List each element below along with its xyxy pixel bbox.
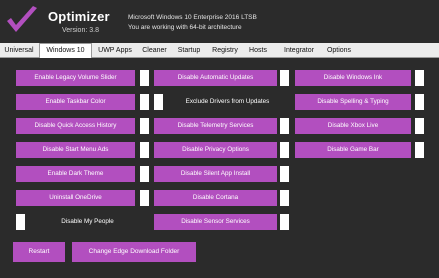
disable-telemetry-services-checkbox[interactable] (280, 118, 289, 134)
disable-spelling-typing-button[interactable]: Disable Spelling & Typing (295, 94, 411, 110)
disable-silent-app-install-button[interactable]: Disable Silent App Install (154, 166, 277, 182)
disable-sensor-services-checkbox[interactable] (280, 214, 289, 230)
uninstall-onedrive-button[interactable]: Uninstall OneDrive (16, 190, 135, 206)
change-edge-download-folder-button[interactable]: Change Edge Download Folder (72, 242, 196, 262)
tab-registry[interactable]: Registry (207, 44, 243, 57)
disable-automatic-updates-checkbox[interactable] (280, 70, 289, 86)
enable-dark-theme-button[interactable]: Enable Dark Theme (16, 166, 135, 182)
tab-startup[interactable]: Startup (172, 44, 206, 57)
checkmark-logo-icon (7, 6, 37, 32)
system-info-os: Microsoft Windows 10 Enterprise 2016 LTS… (128, 14, 257, 21)
windows10-panel: Enable Legacy Volume Slider Enable Taskb… (6, 60, 433, 270)
disable-privacy-options-button[interactable]: Disable Privacy Options (154, 142, 277, 158)
disable-game-bar-checkbox[interactable] (415, 142, 424, 158)
disable-silent-app-install-checkbox[interactable] (280, 166, 289, 182)
disable-start-menu-ads-button[interactable]: Disable Start Menu Ads (16, 142, 135, 158)
disable-telemetry-services-button[interactable]: Disable Telemetry Services (154, 118, 277, 134)
tab-windows-10[interactable]: Windows 10 (39, 43, 92, 58)
enable-legacy-volume-slider-button[interactable]: Enable Legacy Volume Slider (16, 70, 135, 86)
enable-dark-theme-checkbox[interactable] (140, 166, 149, 182)
app-header: Optimizer Version: 3.8 Microsoft Windows… (0, 0, 439, 42)
uninstall-onedrive-checkbox[interactable] (140, 190, 149, 206)
enable-taskbar-color-button[interactable]: Enable Taskbar Color (16, 94, 135, 110)
disable-automatic-updates-button[interactable]: Disable Automatic Updates (154, 70, 277, 86)
disable-quick-access-history-button[interactable]: Disable Quick Access History (16, 118, 135, 134)
disable-quick-access-history-checkbox[interactable] (140, 118, 149, 134)
disable-windows-ink-button[interactable]: Disable Windows Ink (295, 70, 411, 86)
tab-uwp-apps[interactable]: UWP Apps (93, 44, 137, 57)
disable-my-people-button[interactable]: Disable My People (28, 214, 147, 230)
disable-spelling-typing-checkbox[interactable] (415, 94, 424, 110)
exclude-drivers-from-updates-checkbox[interactable] (154, 94, 163, 110)
tab-hosts[interactable]: Hosts (244, 44, 272, 57)
disable-my-people-checkbox[interactable] (16, 214, 25, 230)
restart-button[interactable]: Restart (13, 242, 65, 262)
disable-xbox-live-button[interactable]: Disable Xbox Live (295, 118, 411, 134)
exclude-drivers-from-updates-button[interactable]: Exclude Drivers from Updates (166, 94, 289, 110)
system-info-arch: You are working with 64-bit architecture (128, 24, 242, 31)
tab-cleaner[interactable]: Cleaner (138, 44, 171, 57)
tab-options[interactable]: Options (321, 44, 357, 57)
disable-windows-ink-checkbox[interactable] (415, 70, 424, 86)
tab-universal[interactable]: Universal (0, 44, 38, 57)
tab-integrator[interactable]: Integrator (278, 44, 320, 57)
enable-legacy-volume-slider-checkbox[interactable] (140, 70, 149, 86)
enable-taskbar-color-checkbox[interactable] (140, 94, 149, 110)
app-version: Version: 3.8 (62, 27, 99, 34)
disable-start-menu-ads-checkbox[interactable] (140, 142, 149, 158)
disable-cortana-button[interactable]: Disable Cortana (154, 190, 277, 206)
tab-bar: Universal Windows 10 UWP Apps Cleaner St… (0, 43, 439, 58)
disable-sensor-services-button[interactable]: Disable Sensor Services (154, 214, 277, 230)
disable-xbox-live-checkbox[interactable] (415, 118, 424, 134)
app-title: Optimizer (48, 9, 110, 24)
disable-game-bar-button[interactable]: Disable Game Bar (295, 142, 411, 158)
disable-cortana-checkbox[interactable] (280, 190, 289, 206)
disable-privacy-options-checkbox[interactable] (280, 142, 289, 158)
